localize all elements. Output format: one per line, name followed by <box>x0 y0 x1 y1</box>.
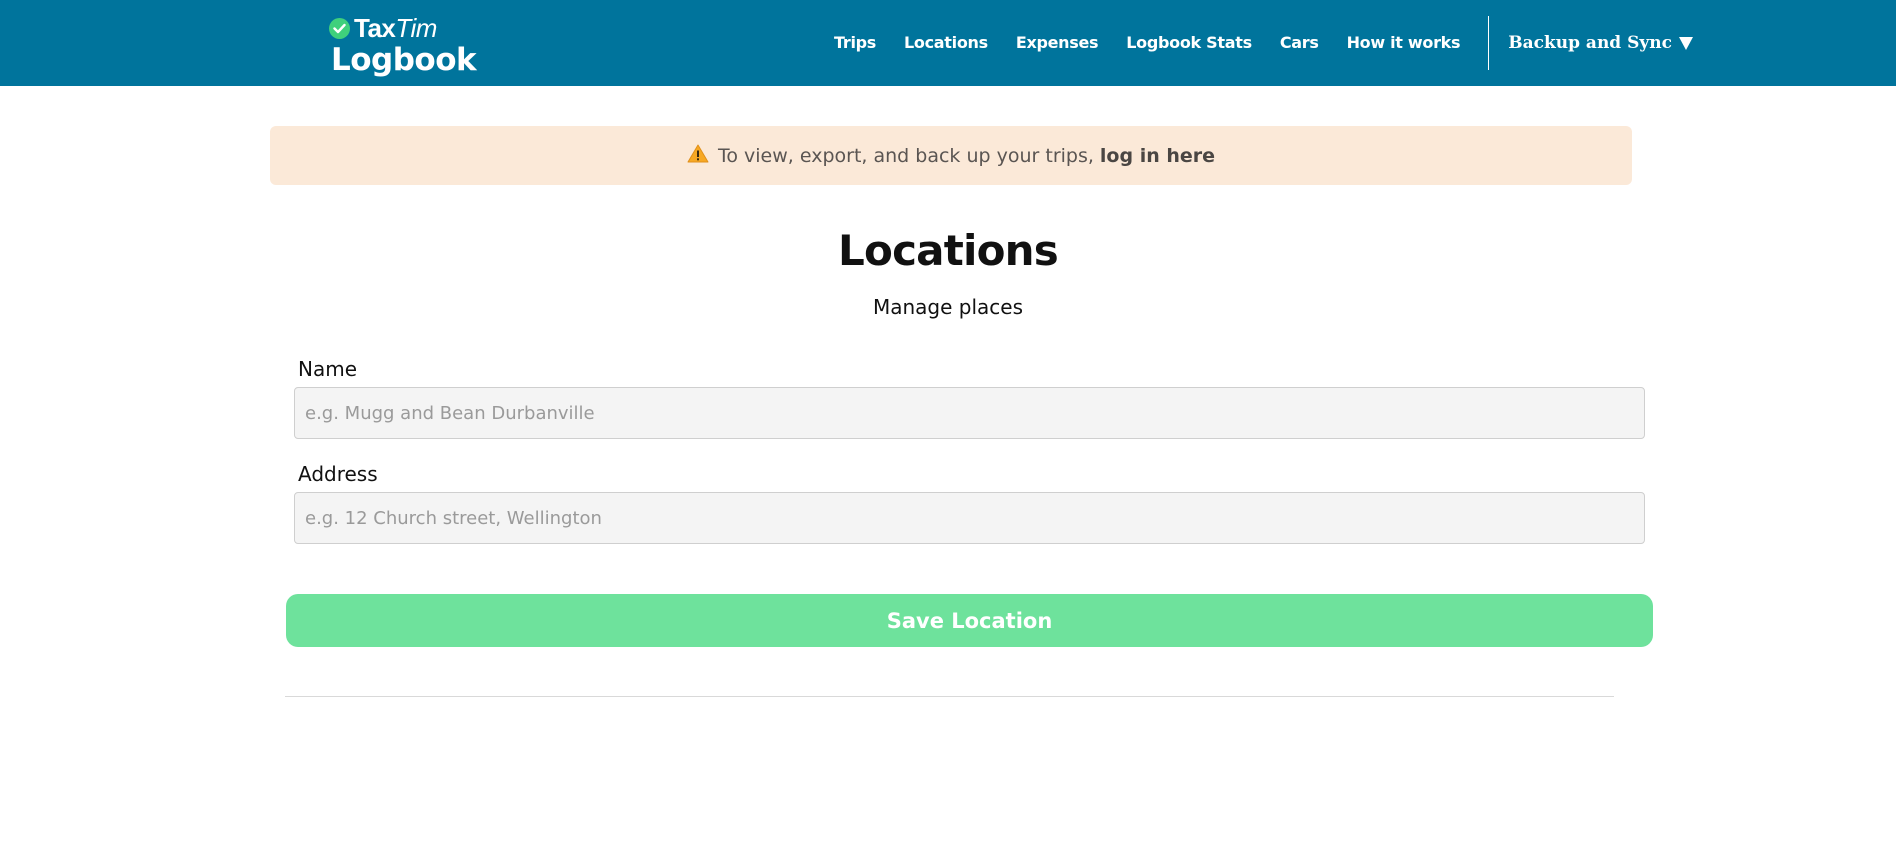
save-location-button[interactable]: Save Location <box>286 594 1653 647</box>
nav-locations[interactable]: Locations <box>890 0 1002 86</box>
nav-divider <box>1488 16 1490 70</box>
main-nav: Trips Locations Expenses Logbook Stats C… <box>820 0 1693 86</box>
brand-logo-link[interactable]: TaxTim Logbook <box>329 12 489 80</box>
taxtim-wordmark: TaxTim <box>354 12 437 43</box>
taxtim-logo: TaxTim <box>329 12 437 43</box>
nav-logbook-stats[interactable]: Logbook Stats <box>1112 0 1266 86</box>
warning-icon <box>687 144 709 168</box>
nav-expenses[interactable]: Expenses <box>1002 0 1112 86</box>
nav-trips[interactable]: Trips <box>820 0 890 86</box>
page-title: Locations <box>838 226 1059 275</box>
logbook-wordmark: Logbook <box>331 42 477 78</box>
nav-cars[interactable]: Cars <box>1266 0 1333 86</box>
alert-message: To view, export, and back up your trips, <box>717 144 1094 167</box>
top-navbar: TaxTim Logbook Trips Locations Expenses … <box>0 0 1896 86</box>
nav-how-it-works[interactable]: How it works <box>1333 0 1475 86</box>
caret-down-icon <box>1678 36 1693 50</box>
name-label: Name <box>298 357 358 381</box>
address-input[interactable] <box>294 492 1645 544</box>
address-label: Address <box>298 462 378 486</box>
backup-sync-label: Backup and Sync <box>1508 33 1672 53</box>
section-divider <box>285 696 1614 697</box>
name-input[interactable] <box>294 387 1645 439</box>
backup-sync-dropdown[interactable]: Backup and Sync <box>1508 33 1693 53</box>
login-link[interactable]: log in here <box>1100 145 1215 167</box>
check-icon <box>329 17 350 39</box>
page-subtitle: Manage places <box>872 295 1024 319</box>
login-alert: To view, export, and back up your trips,… <box>270 126 1632 185</box>
